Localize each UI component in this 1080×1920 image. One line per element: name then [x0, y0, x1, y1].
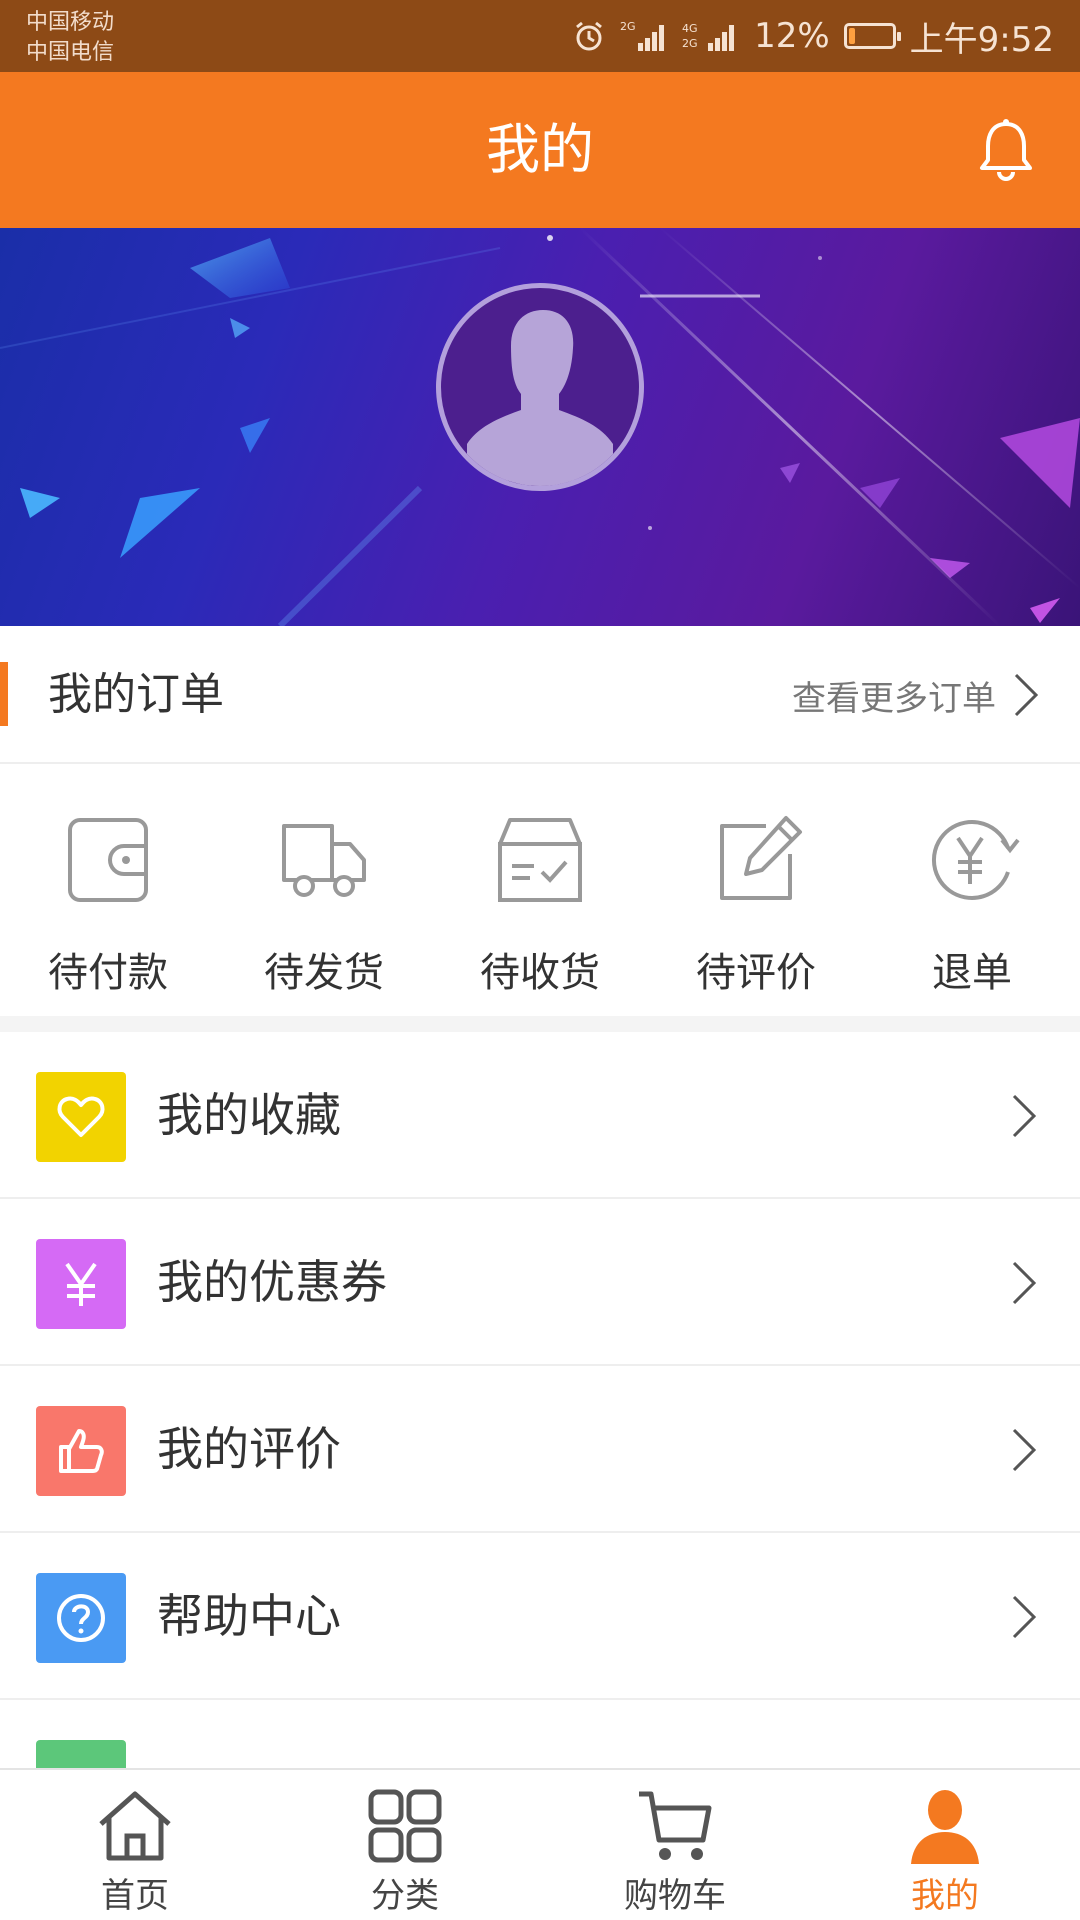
signal-2g-icon: 2G: [620, 19, 668, 53]
order-status-label: 待评价: [696, 950, 816, 996]
order-status-label: 待发货: [264, 950, 384, 996]
tab-mine[interactable]: 我的: [810, 1770, 1080, 1920]
menu-item-label: 帮助中心: [157, 1589, 341, 1643]
app-header: 我的: [0, 72, 1080, 228]
cart-icon: [639, 1791, 712, 1860]
order-status-pending-receipt[interactable]: 待收货: [432, 766, 648, 1016]
view-more-orders-label: 查看更多订单: [792, 678, 996, 719]
order-status-pending-payment[interactable]: 待付款: [0, 766, 216, 1016]
order-status-pending-review[interactable]: 待评价: [648, 766, 864, 1016]
tab-label: 分类: [371, 1876, 439, 1916]
status-bar: 中国移动 中国电信 2G 4G 2G 12% 上午9:52: [0, 0, 1080, 72]
section-accent: [0, 662, 8, 726]
order-status-pending-shipment[interactable]: 待发货: [216, 766, 432, 1016]
order-status-label: 待收货: [480, 950, 600, 996]
heart-icon: [36, 1072, 126, 1162]
menu-item-favorites[interactable]: 我的收藏: [0, 1032, 1080, 1199]
question-icon: [36, 1573, 126, 1663]
status-icons: 2G 4G 2G 12% 上午9:52: [572, 0, 1054, 72]
carrier-info: 中国移动 中国电信: [26, 8, 114, 68]
order-status-refund[interactable]: 退单: [864, 766, 1080, 1016]
orders-title: 我的订单: [48, 669, 224, 720]
signal-4g-icon: 4G 2G: [682, 19, 740, 53]
menu-item-coupons[interactable]: 我的优惠券: [0, 1199, 1080, 1366]
chevron-right-icon: [1012, 1428, 1037, 1472]
tab-cart[interactable]: 购物车: [540, 1770, 810, 1920]
home-icon: [99, 1791, 171, 1861]
page-title: 我的: [486, 118, 594, 181]
svg-text:4G: 4G: [682, 22, 698, 35]
tab-label: 我的: [911, 1876, 979, 1916]
svg-text:2G: 2G: [620, 20, 636, 33]
grid-icon: [368, 1789, 442, 1863]
chevron-right-icon: [1012, 1595, 1037, 1639]
order-status-grid: 待付款 待发货 待收货 待评价 退单: [0, 766, 1080, 1016]
refund-icon: [931, 820, 1020, 900]
user-icon: [911, 1790, 979, 1864]
tab-label: 购物车: [624, 1876, 726, 1916]
svg-text:2G: 2G: [682, 37, 698, 50]
battery-percent: 12%: [754, 16, 830, 56]
carrier-2: 中国电信: [26, 40, 115, 65]
tab-home[interactable]: 首页: [0, 1770, 270, 1920]
menu-item-help-center[interactable]: 帮助中心: [0, 1533, 1080, 1700]
tab-label: 首页: [101, 1876, 169, 1916]
order-status-label: 待付款: [48, 950, 168, 996]
section-divider: [0, 1016, 1080, 1032]
yen-icon: [36, 1239, 126, 1329]
chevron-right-icon: [1012, 1094, 1037, 1138]
menu-list: 我的收藏 我的优惠券 我的评价 帮助中心: [0, 1032, 1080, 1867]
orders-header: 我的订单 查看更多订单: [0, 626, 1080, 764]
truck-icon: [282, 824, 366, 897]
avatar[interactable]: [436, 283, 644, 491]
wallet-icon: [68, 818, 148, 902]
thumbs-up-icon: [36, 1406, 126, 1496]
bell-icon[interactable]: [970, 114, 1042, 186]
menu-item-reviews[interactable]: 我的评价: [0, 1366, 1080, 1533]
battery-icon: [843, 23, 901, 49]
profile-banner: [0, 228, 1080, 626]
battery-fill: [848, 28, 855, 44]
clock: 上午9:52: [909, 19, 1054, 60]
tab-category[interactable]: 分类: [270, 1770, 540, 1920]
edit-icon: [720, 816, 802, 900]
default-avatar-icon: [467, 310, 613, 486]
menu-item-label: 我的收藏: [157, 1088, 341, 1142]
menu-item-label: 我的优惠券: [157, 1255, 387, 1309]
carrier-1: 中国移动: [26, 10, 115, 35]
menu-item-label: 我的评价: [157, 1422, 341, 1476]
chevron-right-icon: [1012, 1261, 1037, 1305]
view-more-orders-link[interactable]: 查看更多订单: [792, 626, 1040, 764]
bottom-tab-bar: 首页 分类 购物车 我的: [0, 1768, 1080, 1920]
chevron-right-icon: [1014, 673, 1039, 717]
alarm-icon: [572, 19, 606, 53]
box-icon: [498, 818, 582, 902]
order-status-label: 退单: [932, 950, 1012, 996]
